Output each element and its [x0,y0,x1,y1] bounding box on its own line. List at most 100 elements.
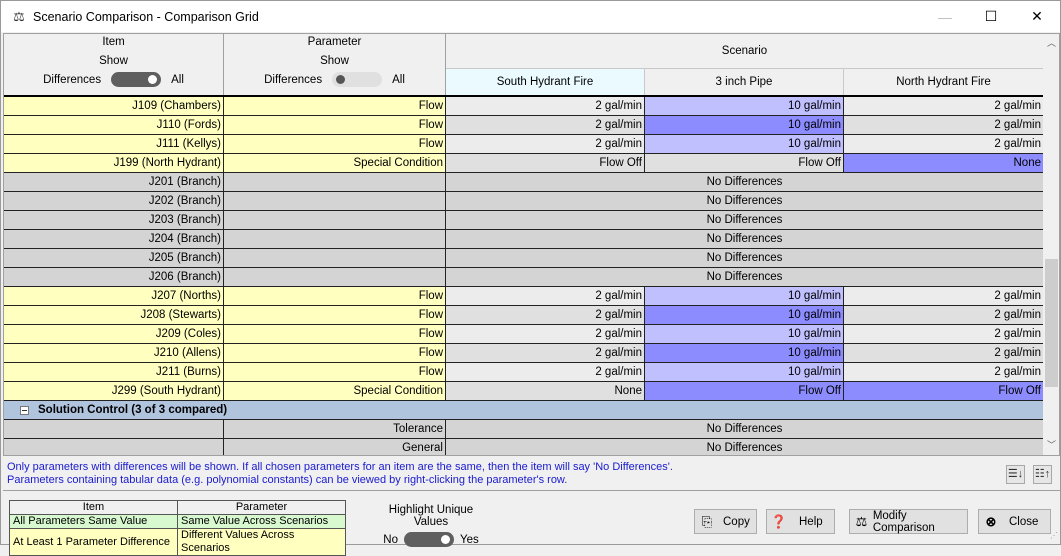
table-row[interactable]: J110 (Fords) Flow 2 gal/min 10 gal/min 2 gal… [4,116,1043,135]
value-cell[interactable]: 10 gal/min [645,116,844,134]
group-header-row[interactable]: Solution Control (3 of 3 compared) [4,401,1043,420]
table-row[interactable]: J199 (North Hydrant) Special Condition Flo… [4,154,1043,173]
parameter-cell[interactable]: Flow [224,363,446,381]
scroll-up-icon[interactable]: ︿ [1043,35,1059,52]
table-row[interactable]: J206 (Branch) No Differences [4,268,1043,287]
item-cell[interactable]: J205 (Branch) [4,249,224,267]
table-row[interactable]: J209 (Coles) Flow 2 gal/min 10 gal/min 2 gal… [4,325,1043,344]
item-cell[interactable]: J207 (Norths) [4,287,224,305]
value-cell[interactable]: 2 gal/min [844,116,1043,134]
minimize-button[interactable]: — [922,1,968,32]
value-cell[interactable]: 10 gal/min [645,325,844,343]
table-row[interactable]: J207 (Norths) Flow 2 gal/min 10 gal/min 2 ga… [4,287,1043,306]
table-row[interactable]: J202 (Branch) No Differences [4,192,1043,211]
value-cell[interactable]: 2 gal/min [844,97,1043,115]
parameter-cell[interactable]: Flow [224,135,446,153]
parameter-cell[interactable]: Special Condition [224,382,446,400]
vertical-scrollbar[interactable]: ︿ ﹀ [1043,34,1059,455]
close-window-button[interactable]: ✕ [1014,1,1060,32]
expand-all-button[interactable]: ☰↓ [1006,465,1025,484]
item-cell[interactable]: J110 (Fords) [4,116,224,134]
table-row[interactable]: J204 (Branch) No Differences [4,230,1043,249]
item-cell[interactable]: J211 (Burns) [4,363,224,381]
value-cell[interactable]: 2 gal/min [446,135,645,153]
table-row[interactable]: J299 (South Hydrant) Special Condition Non… [4,382,1043,401]
value-cell[interactable]: 10 gal/min [645,306,844,324]
item-cell[interactable] [4,439,224,455]
table-row[interactable]: Tolerance No Differences [4,420,1043,439]
value-cell[interactable]: 2 gal/min [446,97,645,115]
scenario-header-south-hydrant-fire[interactable]: South Hydrant Fire [446,69,645,95]
scroll-down-icon[interactable]: ﹀ [1043,437,1059,454]
table-row[interactable]: J211 (Burns) Flow 2 gal/min 10 gal/min 2 gal… [4,363,1043,382]
item-cell[interactable]: J109 (Chambers) [4,97,224,115]
value-cell[interactable]: 2 gal/min [446,306,645,324]
parameter-cell[interactable]: Flow [224,116,446,134]
value-cell[interactable]: 2 gal/min [844,306,1043,324]
value-cell[interactable]: 2 gal/min [844,287,1043,305]
parameter-cell[interactable]: General [224,439,446,455]
parameter-cell[interactable] [224,249,446,267]
value-cell[interactable]: 10 gal/min [645,287,844,305]
value-cell[interactable]: Flow Off [446,154,645,172]
value-cell[interactable]: None [446,382,645,400]
scenario-header-north-hydrant-fire[interactable]: North Hydrant Fire [844,69,1043,95]
item-cell[interactable]: J111 (Kellys) [4,135,224,153]
value-cell[interactable]: 2 gal/min [844,363,1043,381]
copy-button[interactable]: ⎘ Copy [694,509,757,534]
table-row[interactable]: General No Differences [4,439,1043,455]
value-cell[interactable]: 10 gal/min [645,97,844,115]
parameter-cell[interactable]: Flow [224,287,446,305]
value-cell[interactable]: None [844,154,1043,172]
table-row[interactable]: J203 (Branch) No Differences [4,211,1043,230]
item-cell[interactable]: J210 (Allens) [4,344,224,362]
maximize-button[interactable]: ☐ [968,1,1014,32]
item-cell[interactable]: J199 (North Hydrant) [4,154,224,172]
parameter-cell[interactable]: Flow [224,306,446,324]
value-cell[interactable]: 2 gal/min [844,135,1043,153]
value-cell[interactable]: Flow Off [645,154,844,172]
table-row[interactable]: J210 (Allens) Flow 2 gal/min 10 gal/min 2 ga… [4,344,1043,363]
item-cell[interactable]: J206 (Branch) [4,268,224,286]
value-cell[interactable]: 10 gal/min [645,344,844,362]
value-cell[interactable]: 2 gal/min [446,287,645,305]
item-cell[interactable]: J204 (Branch) [4,230,224,248]
help-button[interactable]: ❓ Help [766,509,835,534]
item-cell[interactable]: J208 (Stewarts) [4,306,224,324]
value-cell[interactable]: Flow Off [844,382,1043,400]
value-cell[interactable]: 2 gal/min [446,363,645,381]
item-cell[interactable]: J201 (Branch) [4,173,224,191]
item-show-toggle[interactable] [111,72,162,87]
parameter-cell[interactable]: Flow [224,344,446,362]
parameter-cell[interactable] [224,192,446,210]
scrollbar-thumb[interactable] [1045,259,1058,387]
item-cell[interactable] [4,420,224,438]
value-cell[interactable]: 10 gal/min [645,135,844,153]
parameter-show-toggle[interactable] [332,72,383,87]
parameter-cell[interactable] [224,230,446,248]
resize-grip-icon[interactable]: ⋰ [1050,532,1058,542]
collapse-icon[interactable] [20,405,29,415]
parameter-cell[interactable]: Special Condition [224,154,446,172]
parameter-cell[interactable] [224,211,446,229]
parameter-cell[interactable] [224,173,446,191]
scenario-header-3-inch-pipe[interactable]: 3 inch Pipe [645,69,844,95]
value-cell[interactable]: Flow Off [645,382,844,400]
item-cell[interactable]: J299 (South Hydrant) [4,382,224,400]
parameter-cell[interactable]: Flow [224,325,446,343]
value-cell[interactable]: 2 gal/min [446,116,645,134]
table-row[interactable]: J205 (Branch) No Differences [4,249,1043,268]
value-cell[interactable]: 10 gal/min [645,363,844,381]
item-cell[interactable]: J203 (Branch) [4,211,224,229]
value-cell[interactable]: 2 gal/min [844,325,1043,343]
collapse-all-button[interactable]: ☷↑ [1033,465,1052,484]
close-button[interactable]: ⊗ Close [978,509,1051,534]
table-row[interactable]: J208 (Stewarts) Flow 2 gal/min 10 gal/min 2 … [4,306,1043,325]
value-cell[interactable]: 2 gal/min [844,344,1043,362]
parameter-cell[interactable] [224,268,446,286]
item-cell[interactable]: J202 (Branch) [4,192,224,210]
value-cell[interactable]: 2 gal/min [446,325,645,343]
modify-comparison-button[interactable]: ⚖ Modify Comparison [849,509,968,534]
table-row[interactable]: J201 (Branch) No Differences [4,173,1043,192]
value-cell[interactable]: 2 gal/min [446,344,645,362]
